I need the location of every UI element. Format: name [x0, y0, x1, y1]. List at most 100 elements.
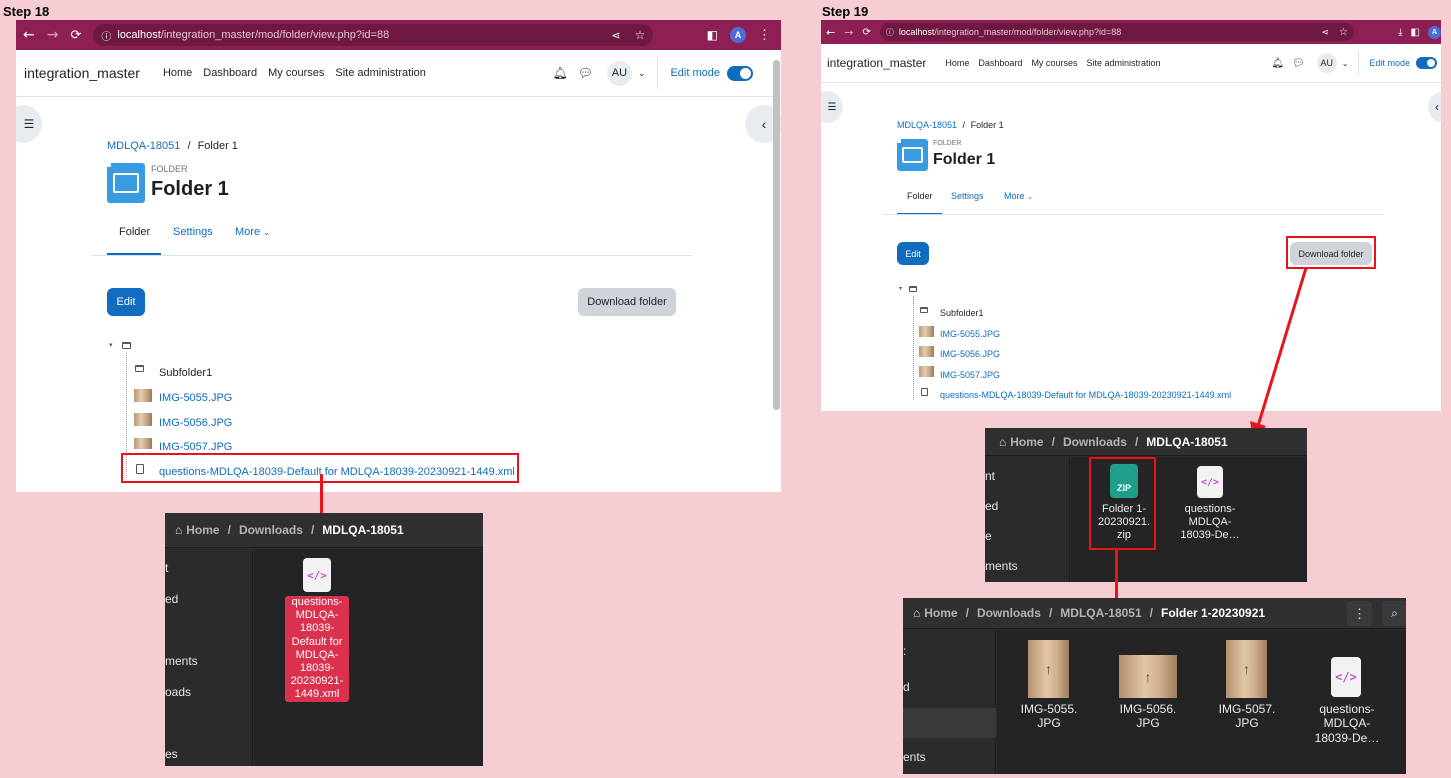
crumb-current[interactable]: MDLQA-18051 — [1146, 435, 1227, 449]
url-bar[interactable]: ⓘ localhost/integration_master/mod/folde… — [879, 23, 1354, 41]
crumb-home[interactable]: Home — [924, 606, 957, 620]
xml-document-icon[interactable]: </> — [303, 558, 331, 592]
sidebar-item[interactable]: ents — [903, 750, 926, 764]
image-file-label[interactable]: IMG-5055. JPG — [1007, 702, 1091, 731]
crumb-mdlqa[interactable]: MDLQA-18051 — [1060, 606, 1141, 620]
crumb-downloads[interactable]: Downloads — [977, 606, 1041, 620]
home-icon[interactable]: ⌂ — [913, 606, 920, 620]
browser-menu-icon[interactable]: ⋮ — [758, 27, 771, 43]
sidebar-item[interactable]: nt — [985, 469, 995, 483]
image-file-label[interactable]: IMG-5056. JPG — [1106, 702, 1190, 731]
search-icon[interactable]: ⌕ — [1382, 601, 1406, 626]
bookmark-star-icon[interactable]: ☆ — [635, 28, 646, 42]
xml-document-icon[interactable]: </> — [1331, 657, 1361, 697]
tab-more[interactable]: More ⌄ — [235, 226, 270, 238]
crumb-home[interactable]: Home — [186, 523, 219, 537]
sidebar-item[interactable]: es — [165, 747, 178, 761]
site-info-icon[interactable]: ⓘ — [886, 27, 894, 38]
download-folder-button[interactable]: Download folder — [578, 288, 676, 316]
sidebar-item[interactable]: t — [165, 561, 168, 575]
image-file-icon[interactable]: ↑ — [1226, 640, 1267, 698]
nav-my-courses[interactable]: My courses — [1031, 58, 1077, 68]
site-name[interactable]: integration_master — [24, 65, 140, 81]
site-info-icon[interactable]: ⓘ — [101, 28, 111, 43]
tab-settings[interactable]: Settings — [173, 226, 213, 238]
edit-mode-toggle[interactable] — [1416, 57, 1437, 69]
sidebar-selected-item[interactable] — [903, 708, 996, 738]
subfolder-label[interactable]: Subfolder1 — [159, 367, 212, 379]
file-link-img-5055[interactable]: IMG-5055.JPG — [159, 392, 232, 404]
edit-mode-toggle[interactable] — [727, 65, 753, 81]
sidebar-item[interactable]: ments — [985, 559, 1018, 573]
nav-home[interactable]: Home — [163, 67, 192, 79]
file-link-img-5056[interactable]: IMG-5056.JPG — [940, 349, 1000, 359]
nav-my-courses[interactable]: My courses — [268, 67, 324, 79]
sidebar-item[interactable]: : — [903, 644, 906, 658]
nav-dashboard[interactable]: Dashboard — [203, 67, 257, 79]
left-drawer-toggle[interactable]: ☰ — [16, 105, 42, 143]
crumb-downloads[interactable]: Downloads — [239, 523, 303, 537]
file-link-img-5056[interactable]: IMG-5056.JPG — [159, 417, 232, 429]
profile-avatar[interactable]: A — [730, 27, 746, 43]
home-icon[interactable]: ⌂ — [175, 523, 182, 537]
breadcrumb-course-link[interactable]: MDLQA-18051 — [897, 120, 957, 130]
sidebar-item[interactable]: ed — [165, 592, 178, 606]
selected-file-label[interactable]: questions- MDLQA- 18039- Default for MDL… — [285, 596, 349, 702]
side-panel-icon[interactable]: ◧ — [707, 28, 718, 42]
nav-home[interactable]: Home — [945, 58, 969, 68]
back-icon[interactable]: ← — [826, 26, 835, 39]
file-link-img-5055[interactable]: IMG-5055.JPG — [940, 329, 1000, 339]
tab-more[interactable]: More ⌄ — [1004, 191, 1033, 201]
downloads-icon[interactable]: ⤓ — [1398, 27, 1402, 38]
profile-avatar[interactable]: A — [1428, 25, 1441, 39]
notification-bell-icon[interactable]: 🔔︎ — [552, 66, 567, 80]
breadcrumb-course-link[interactable]: MDLQA-18051 — [107, 140, 180, 152]
image-file-icon[interactable]: ↑ — [1119, 655, 1177, 698]
xml-file-label[interactable]: questions- MDLQA- 18039-De… — [1174, 503, 1246, 543]
tab-folder[interactable]: Folder — [119, 226, 150, 238]
image-file-icon[interactable]: ↑ — [1028, 640, 1069, 698]
more-options-icon[interactable]: ⋮ — [1347, 601, 1372, 626]
forward-icon[interactable]: → — [47, 27, 59, 43]
sidebar-item[interactable]: e — [985, 529, 992, 543]
user-avatar[interactable]: AU — [606, 60, 632, 86]
tree-expand-icon[interactable]: ▾ — [109, 341, 113, 349]
reload-icon[interactable]: ⟳ — [70, 28, 81, 43]
nav-dashboard[interactable]: Dashboard — [978, 58, 1022, 68]
user-menu-chevron-icon[interactable]: ⌄ — [1342, 59, 1349, 68]
tree-expand-icon[interactable]: ▾ — [899, 285, 902, 292]
tab-settings[interactable]: Settings — [951, 191, 984, 201]
crumb-downloads[interactable]: Downloads — [1063, 435, 1127, 449]
crumb-current[interactable]: Folder 1-20230921 — [1161, 606, 1265, 620]
messages-icon[interactable]: 💬︎ — [578, 66, 593, 80]
bookmark-star-icon[interactable]: ☆ — [1339, 27, 1348, 38]
site-name[interactable]: integration_master — [827, 56, 926, 70]
xml-file-label[interactable]: questions- MDLQA- 18039-De… — [1302, 702, 1392, 745]
nav-site-administration[interactable]: Site administration — [335, 67, 426, 79]
sidebar-item[interactable]: d — [903, 680, 910, 694]
share-icon[interactable]: ⋖ — [1321, 27, 1329, 38]
sidebar-item[interactable]: oads — [165, 685, 191, 699]
notification-bell-icon[interactable]: 🔔︎ — [1271, 58, 1284, 69]
user-menu-chevron-icon[interactable]: ⌄ — [638, 68, 646, 79]
share-icon[interactable]: ⋖ — [611, 29, 620, 42]
sidebar-item[interactable]: ments — [165, 654, 198, 668]
url-bar[interactable]: ⓘ localhost/integration_master/mod/folde… — [93, 24, 654, 46]
reload-icon[interactable]: ⟳ — [862, 27, 870, 38]
image-file-label[interactable]: IMG-5057. JPG — [1205, 702, 1289, 731]
sidebar-item[interactable]: ed — [985, 499, 998, 513]
edit-button[interactable]: Edit — [897, 242, 929, 265]
messages-icon[interactable]: 💬︎ — [1292, 58, 1305, 69]
user-avatar[interactable]: AU — [1316, 53, 1337, 73]
file-link-xml[interactable]: questions-MDLQA-18039-Default for MDLQA-… — [940, 390, 1231, 400]
crumb-current[interactable]: MDLQA-18051 — [322, 523, 403, 537]
home-icon[interactable]: ⌂ — [999, 435, 1006, 449]
right-drawer-toggle[interactable]: ‹ — [1428, 91, 1441, 123]
page-scrollbar[interactable] — [773, 60, 780, 410]
forward-icon[interactable]: → — [844, 26, 853, 39]
back-icon[interactable]: ← — [23, 27, 35, 43]
xml-document-icon[interactable]: </> — [1197, 466, 1223, 498]
file-link-img-5057[interactable]: IMG-5057.JPG — [940, 370, 1000, 380]
side-panel-icon[interactable]: ◧ — [1411, 27, 1420, 38]
left-drawer-toggle[interactable]: ☰ — [821, 91, 843, 123]
